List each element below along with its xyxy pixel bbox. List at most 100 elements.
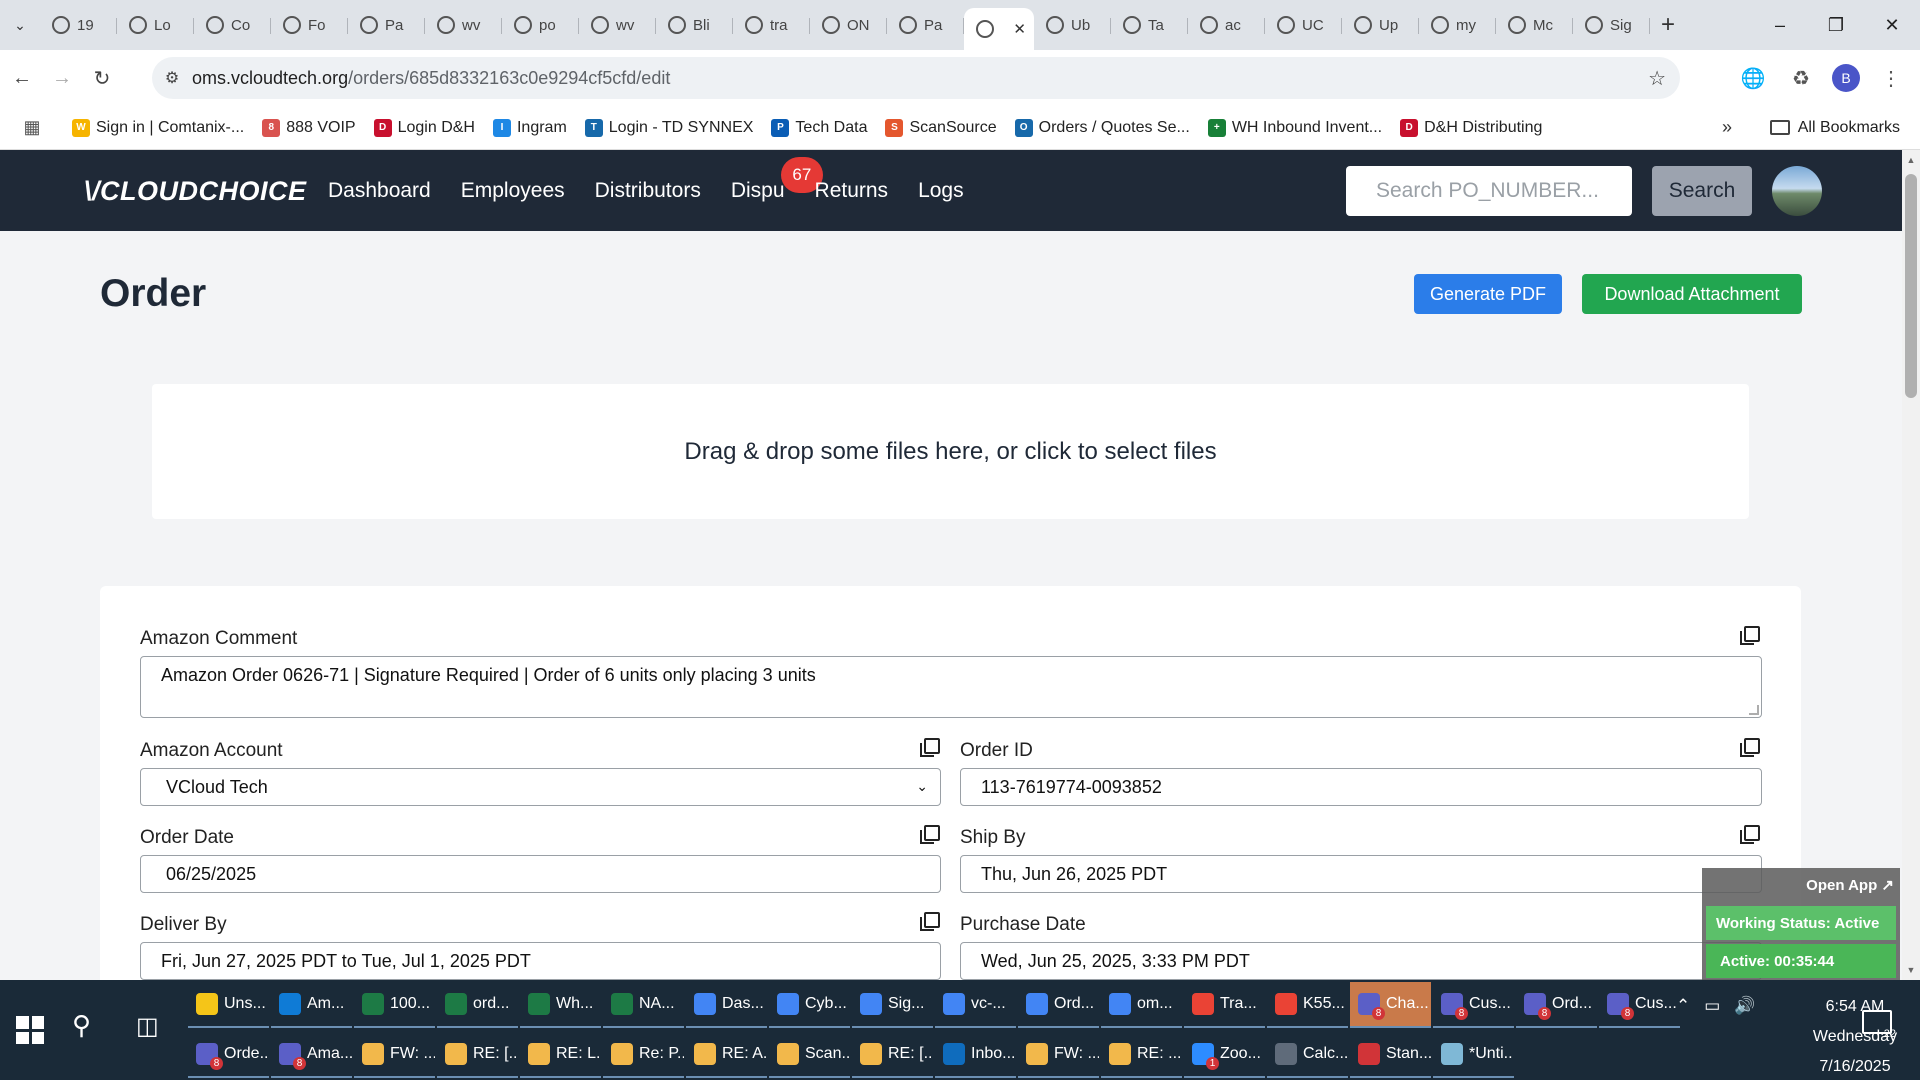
bookmark-item[interactable]: O Orders / Quotes Se... — [1014, 118, 1190, 137]
taskbar-app[interactable]: 8 Cha... — [1350, 982, 1431, 1028]
browser-tab[interactable]: Bli — [656, 6, 733, 44]
browser-tab[interactable]: Lo — [117, 6, 194, 44]
taskbar-app[interactable]: 1 Zoo... — [1184, 1032, 1265, 1078]
close-window-icon[interactable]: ✕ — [1864, 0, 1920, 50]
taskbar-app[interactable]: RE: L... — [520, 1032, 601, 1078]
order-date-field[interactable]: 06/25/2025 — [140, 855, 941, 893]
browser-tab[interactable]: Mc — [1496, 6, 1573, 44]
bookmark-item[interactable]: 8 888 VOIP — [262, 118, 356, 137]
browser-tab[interactable]: ✕ — [964, 8, 1034, 50]
bookmark-item[interactable]: S ScanSource — [885, 118, 997, 137]
taskbar-app[interactable]: RE: A... — [686, 1032, 767, 1078]
browser-tab[interactable]: Fo — [271, 6, 348, 44]
tab-search-icon[interactable]: ⌄ — [0, 7, 40, 43]
page-scrollbar[interactable]: ▲ ▼ — [1902, 150, 1920, 980]
taskbar-app[interactable]: FW: ... — [1018, 1032, 1099, 1078]
chevron-up-icon[interactable]: ⌃ — [1676, 996, 1690, 1016]
taskbar-app[interactable]: 8 Ama... — [271, 1032, 352, 1078]
bookmark-item[interactable]: P Tech Data — [771, 118, 867, 137]
taskbar-app[interactable]: K55... — [1267, 982, 1348, 1028]
bookmark-item[interactable]: D Login D&H — [373, 118, 475, 137]
browser-tab[interactable]: 19 — [40, 6, 117, 44]
scroll-up-icon[interactable]: ▲ — [1902, 152, 1920, 168]
bookmark-item[interactable]: + WH Inbound Invent... — [1207, 118, 1382, 137]
taskbar-app[interactable]: 8 Cus... — [1433, 982, 1514, 1028]
scrollbar-thumb[interactable] — [1905, 174, 1917, 398]
browser-tab[interactable]: my — [1419, 6, 1496, 44]
taskbar-app[interactable]: Scan... — [769, 1032, 850, 1078]
user-avatar[interactable] — [1772, 166, 1822, 216]
site-info-icon[interactable]: ⚙ — [152, 68, 192, 88]
browser-tab[interactable]: wv — [425, 6, 502, 44]
taskbar-app[interactable]: *Unti... — [1433, 1032, 1514, 1078]
taskbar-app[interactable]: FW: ... — [354, 1032, 435, 1078]
amazon-comment-textarea[interactable]: Amazon Order 0626-71 | Signature Require… — [140, 656, 1762, 718]
search-button[interactable]: Search — [1652, 166, 1752, 216]
taskbar-app[interactable]: 8 Cus... — [1599, 982, 1680, 1028]
nav-returns[interactable]: Returns — [815, 179, 889, 203]
open-app-link[interactable]: Open App ↗ — [1806, 876, 1894, 894]
copy-icon[interactable] — [920, 738, 940, 757]
browser-tab[interactable]: UC — [1265, 6, 1342, 44]
bookmark-item[interactable]: I Ingram — [492, 118, 567, 137]
browser-tab[interactable]: Pa — [887, 6, 964, 44]
taskbar-app[interactable]: Calc... — [1267, 1032, 1348, 1078]
taskbar-app[interactable]: Re: P... — [603, 1032, 684, 1078]
browser-tab[interactable]: Up — [1342, 6, 1419, 44]
browser-tab[interactable]: Pa — [348, 6, 425, 44]
nav-dispu[interactable]: Dispu 67 — [731, 156, 823, 203]
notification-icon[interactable]: 22 — [1862, 1010, 1896, 1040]
browser-tab[interactable]: Ub — [1034, 6, 1111, 44]
bookmark-item[interactable]: D D&H Distributing — [1400, 118, 1542, 137]
taskbar-app[interactable]: Ord... — [1018, 982, 1099, 1028]
order-id-field[interactable]: 113-7619774-0093852 — [960, 768, 1762, 806]
taskbar-app[interactable]: vc-... — [935, 982, 1016, 1028]
taskbar-app[interactable]: Am... — [271, 982, 352, 1028]
purchase-date-field[interactable]: Wed, Jun 25, 2025, 3:33 PM PDT — [960, 942, 1762, 980]
taskbar-app[interactable]: Wh... — [520, 982, 601, 1028]
bookmark-item[interactable]: T Login - TD SYNNEX — [584, 118, 753, 137]
close-icon[interactable]: ✕ — [1013, 20, 1026, 38]
browser-tab[interactable]: tra — [733, 6, 810, 44]
taskbar-app[interactable]: RE: [... — [437, 1032, 518, 1078]
url-field[interactable]: ⚙ oms.vcloudtech.org/orders/685d8332163c… — [152, 57, 1680, 99]
taskbar-app[interactable]: Tra... — [1184, 982, 1265, 1028]
windows-start-icon[interactable] — [10, 1010, 50, 1050]
new-tab-button[interactable]: + — [1650, 11, 1686, 39]
cloudchoice-logo[interactable]: \/CLOUDCHOICE — [84, 176, 307, 207]
bookmark-item[interactable]: W Sign in | Comtanix-... — [72, 118, 244, 137]
browser-menu-icon[interactable]: ⋮ — [1874, 61, 1908, 95]
browser-tab[interactable]: ac — [1188, 6, 1265, 44]
browser-tab[interactable]: po — [502, 6, 579, 44]
file-dropzone[interactable]: Drag & drop some files here, or click to… — [152, 384, 1749, 519]
taskbar-app[interactable]: RE: [... — [852, 1032, 933, 1078]
all-bookmarks-button[interactable]: All Bookmarks — [1769, 119, 1900, 137]
volume-icon[interactable]: 🔊 — [1734, 996, 1755, 1016]
copy-icon[interactable] — [1740, 825, 1760, 844]
forward-icon[interactable]: → — [44, 60, 80, 96]
copy-icon[interactable] — [920, 912, 940, 931]
battery-icon[interactable]: ▭ — [1704, 996, 1720, 1016]
taskbar-app[interactable]: 8 Orde... — [188, 1032, 269, 1078]
taskbar-app[interactable]: Sig... — [852, 982, 933, 1028]
browser-tab[interactable]: ON — [810, 6, 887, 44]
bookmark-star-icon[interactable]: ☆ — [1648, 66, 1666, 91]
apps-grid-icon[interactable]: ▦ — [10, 117, 54, 138]
back-icon[interactable]: ← — [4, 60, 40, 96]
deliver-by-field[interactable]: Fri, Jun 27, 2025 PDT to Tue, Jul 1, 202… — [140, 942, 941, 980]
task-view-icon[interactable]: ◫ — [136, 1012, 159, 1041]
nav-distributors[interactable]: Distributors — [595, 179, 701, 203]
taskbar-app[interactable]: 100... — [354, 982, 435, 1028]
reload-icon[interactable]: ↻ — [84, 60, 120, 96]
search-icon[interactable]: ⚲ — [72, 1010, 91, 1041]
download-attachment-button[interactable]: Download Attachment — [1582, 274, 1802, 314]
taskbar-app[interactable]: NA... — [603, 982, 684, 1028]
minimize-icon[interactable]: – — [1752, 0, 1808, 50]
taskbar-app[interactable]: ord... — [437, 982, 518, 1028]
restore-icon[interactable]: ❐ — [1808, 0, 1864, 50]
po-search-input[interactable] — [1346, 166, 1632, 216]
amazon-account-select[interactable]: VCloud Tech ⌄ — [140, 768, 941, 806]
taskbar-app[interactable]: Cyb... — [769, 982, 850, 1028]
profile-avatar[interactable]: B — [1832, 64, 1860, 92]
copy-icon[interactable] — [920, 825, 940, 844]
